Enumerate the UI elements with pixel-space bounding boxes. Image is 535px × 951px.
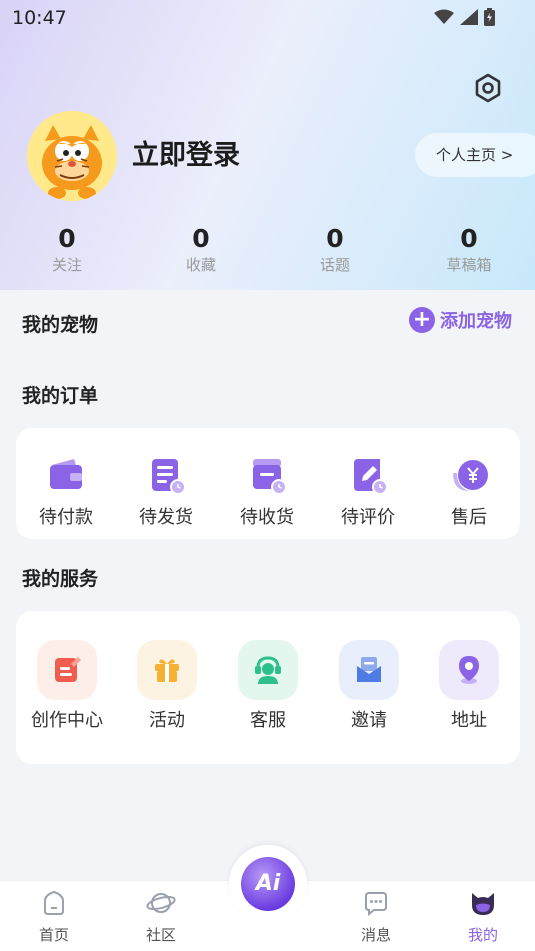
stat-favorites[interactable]: 0 收藏 (151, 224, 251, 276)
tab-messages[interactable]: 消息 (336, 889, 416, 945)
pets-title: 我的宠物 (22, 314, 99, 336)
service-item-activity[interactable]: 活动 (117, 640, 217, 732)
service-item-address[interactable]: 地址 (419, 640, 519, 732)
status-icons (434, 8, 495, 26)
service-item-invite[interactable]: 邀请 (319, 640, 419, 732)
order-item-pending-receipt[interactable]: 待收货 (217, 453, 317, 529)
cat-face-icon (472, 893, 494, 915)
services-card: 创作中心 活动 客服 邀请 地址 (16, 611, 520, 764)
wallet-icon (50, 459, 82, 489)
order-item-label: 待收货 (240, 507, 294, 528)
order-item-label: 售后 (451, 507, 487, 528)
edit-clock-icon (354, 459, 388, 495)
tab-community[interactable]: 社区 (121, 889, 201, 945)
stat-label: 草稿箱 (446, 256, 492, 274)
ai-button-wrapper: Ai (229, 845, 307, 923)
service-item-creator-center[interactable]: 创作中心 (17, 640, 117, 732)
home-icon (44, 890, 64, 915)
add-pet-label: 添加宠物 (440, 311, 512, 332)
support-icon (255, 656, 281, 684)
ai-assistant-button[interactable]: Ai (241, 857, 295, 911)
avatar[interactable] (27, 111, 117, 201)
service-item-label: 地址 (451, 710, 487, 731)
gift-icon (155, 659, 179, 682)
stat-label: 收藏 (185, 256, 216, 274)
wifi-icon (434, 9, 454, 24)
settings-button[interactable] (472, 72, 504, 104)
stat-value: 0 (326, 224, 344, 253)
orders-title: 我的订单 (22, 385, 99, 407)
service-item-label: 活动 (149, 710, 185, 731)
invite-mail-icon (357, 657, 381, 682)
stat-label: 话题 (319, 256, 350, 274)
tab-label: 我的 (467, 926, 498, 944)
order-item-pending-review[interactable]: 待评价 (318, 453, 418, 529)
order-item-label: 待发货 (139, 507, 193, 528)
services-title: 我的服务 (22, 568, 99, 590)
tab-label: 消息 (360, 926, 391, 944)
location-icon (459, 656, 479, 684)
cat-avatar-icon (27, 111, 117, 201)
order-item-label: 待评价 (341, 507, 395, 528)
stat-value: 0 (460, 224, 478, 253)
homepage-button[interactable]: 个人主页 > (415, 133, 535, 177)
stats-row: 0 关注 0 收藏 0 话题 0 草稿箱 (0, 224, 535, 280)
plus-icon: + (409, 307, 435, 333)
planet-icon (146, 893, 176, 913)
status-bar: 10:47 (0, 0, 535, 38)
profile-header: 10:47 立即登录 个人主页 > 0 关注 0 收藏 0 话题 0 草稿箱 (0, 0, 535, 290)
yen-coin-icon (453, 460, 488, 491)
stat-drafts[interactable]: 0 草稿箱 (419, 224, 519, 276)
create-icon (55, 657, 81, 682)
tab-home[interactable]: 首页 (14, 889, 94, 945)
status-time: 10:47 (12, 7, 67, 29)
service-item-label: 邀请 (351, 710, 387, 731)
orders-card: 待付款 待发货 待收货 待评价 售后 (16, 428, 520, 539)
list-clock-icon (152, 459, 186, 495)
battery-icon (484, 8, 495, 26)
order-item-label: 待付款 (39, 507, 93, 528)
tab-label: 社区 (145, 926, 176, 944)
signal-icon (460, 9, 478, 25)
order-item-pending-shipment[interactable]: 待发货 (116, 453, 216, 529)
stat-following[interactable]: 0 关注 (17, 224, 117, 276)
add-pet-button[interactable]: + 添加宠物 (409, 307, 512, 333)
box-clock-icon (253, 459, 287, 495)
message-icon (365, 892, 387, 917)
order-item-after-sales[interactable]: 售后 (419, 453, 519, 529)
tab-mine[interactable]: 我的 (443, 889, 523, 945)
tab-label: 首页 (38, 926, 69, 944)
order-item-pending-payment[interactable]: 待付款 (16, 453, 116, 529)
stat-value: 0 (58, 224, 76, 253)
stat-topics[interactable]: 0 话题 (285, 224, 385, 276)
stat-value: 0 (192, 224, 210, 253)
login-link[interactable]: 立即登录 (132, 133, 240, 172)
service-item-label: 创作中心 (31, 710, 103, 731)
gear-icon (475, 73, 501, 103)
service-item-customer-service[interactable]: 客服 (218, 640, 318, 732)
stat-label: 关注 (51, 256, 82, 274)
service-item-label: 客服 (250, 710, 286, 731)
